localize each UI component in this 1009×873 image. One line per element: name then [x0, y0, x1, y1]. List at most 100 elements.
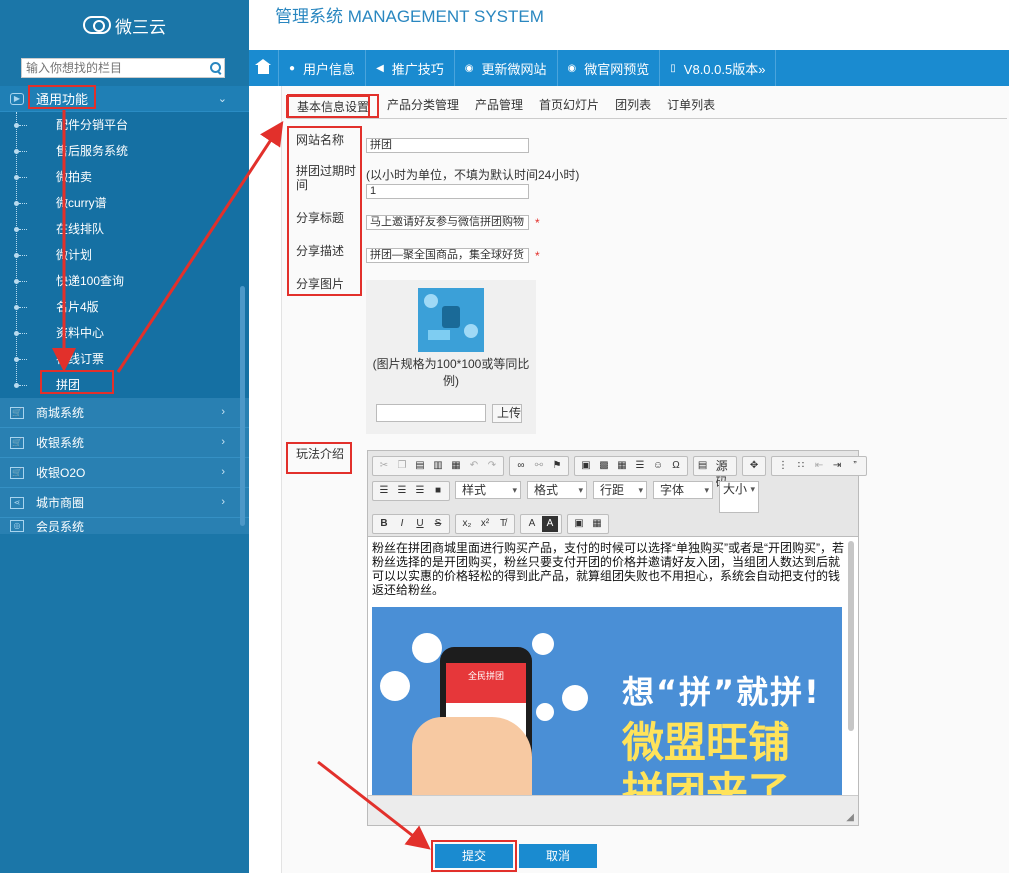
anchor-icon[interactable]: ⚑: [549, 458, 565, 474]
outdent-icon[interactable]: ⇤: [811, 458, 827, 474]
home-button[interactable]: [249, 50, 279, 86]
sidebar-cat-mall[interactable]: 🛒 商城系统 ›: [0, 398, 249, 428]
subscript-icon[interactable]: x₂: [459, 516, 475, 532]
sidebar-item-card[interactable]: 名片4版: [0, 294, 249, 320]
hr-icon[interactable]: ☰: [632, 458, 648, 474]
sidebar-item-docs[interactable]: 资料中心: [0, 320, 249, 346]
bullet-list-icon[interactable]: ∷: [793, 458, 809, 474]
resize-handle-icon[interactable]: ◢: [846, 812, 854, 823]
source-button[interactable]: 源码: [710, 458, 733, 489]
underline-icon[interactable]: U: [412, 516, 428, 532]
expire-time-input[interactable]: 1: [366, 184, 529, 199]
align-justify-icon[interactable]: ■: [430, 483, 446, 499]
paste-word-icon[interactable]: ▦: [448, 458, 464, 474]
italic-icon[interactable]: I: [394, 516, 410, 532]
sidebar-item-recipes[interactable]: 微curry谱: [0, 190, 249, 216]
remove-format-icon[interactable]: T̸: [495, 516, 511, 532]
unlink-icon[interactable]: ⚯: [531, 458, 547, 474]
main-content: 基本信息设置 产品分类管理 产品管理 首页幻灯片 团列表 订单列表 网站名称 拼…: [249, 86, 1009, 873]
bold-icon[interactable]: B: [376, 516, 392, 532]
sidebar-cat-cashier[interactable]: 🛒 收银系统 ›: [0, 428, 249, 458]
sidebar-search: [21, 58, 225, 78]
chevron-right-icon: ›: [221, 406, 225, 418]
qrcode-icon[interactable]: ▦: [589, 516, 605, 532]
superscript-icon[interactable]: x²: [477, 516, 493, 532]
tab-category-manage[interactable]: 产品分类管理: [379, 94, 467, 118]
sidebar-cat-city[interactable]: ⋖ 城市商圈 ›: [0, 488, 249, 518]
nav-update-site[interactable]: ◉ 更新微网站: [455, 50, 558, 86]
expire-hint: (以小时为单位，不填为默认时间24小时): [366, 168, 580, 182]
paste-text-icon[interactable]: ▥: [430, 458, 446, 474]
sidebar-item-ticket[interactable]: 在线订票: [0, 346, 249, 372]
sidebar-item-plan[interactable]: 微计划: [0, 242, 249, 268]
nav-label: 更新微网站: [481, 61, 547, 77]
sidebar-scrollbar[interactable]: [240, 286, 245, 526]
tab-group-list[interactable]: 团列表: [607, 94, 659, 118]
cart-icon: 🛒: [10, 466, 24, 479]
chevron-right-icon: ›: [221, 466, 225, 478]
strike-icon[interactable]: S: [430, 516, 446, 532]
blockquote-icon[interactable]: ”: [847, 458, 863, 474]
site-name-input[interactable]: 拼团: [366, 138, 529, 153]
align-center-icon[interactable]: ☰: [394, 483, 410, 499]
image-icon[interactable]: ▣: [578, 458, 594, 474]
table-icon[interactable]: ▦: [614, 458, 630, 474]
redo-icon[interactable]: ↷: [484, 458, 500, 474]
copy-icon[interactable]: ❐: [394, 458, 410, 474]
flash-icon[interactable]: ▩: [596, 458, 612, 474]
editor-scrollbar[interactable]: [848, 541, 854, 731]
submit-button[interactable]: 提交: [435, 844, 513, 868]
money-bag-icon: [562, 685, 588, 711]
sidebar-item-group-buy[interactable]: 拼团: [0, 372, 249, 398]
image-file-input[interactable]: [376, 404, 486, 422]
sidebar-item-after-sales[interactable]: 售后服务系统: [0, 138, 249, 164]
size-dropdown[interactable]: 大小: [719, 481, 759, 513]
style-dropdown[interactable]: 样式: [455, 481, 521, 499]
share-desc-input[interactable]: 拼团—聚全国商品，集全球好货: [366, 248, 529, 263]
undo-icon[interactable]: ↶: [466, 458, 482, 474]
text-color-icon[interactable]: A: [524, 516, 540, 532]
logo-text: 微三云: [115, 17, 166, 37]
link-icon[interactable]: ∞: [513, 458, 529, 474]
nav-user-info[interactable]: ● 用户信息: [279, 50, 367, 86]
sidebar-item-queue[interactable]: 在线排队: [0, 216, 249, 242]
align-left-icon[interactable]: ☰: [376, 483, 392, 499]
line-spacing-dropdown[interactable]: 行距: [593, 481, 647, 499]
nav-version[interactable]: ▯ V8.0.0.5版本»: [660, 50, 777, 86]
sidebar-cat-cashier-o2o[interactable]: 🛒 收银O2O ›: [0, 458, 249, 488]
upload-button[interactable]: 上传: [492, 404, 522, 423]
format-dropdown[interactable]: 格式: [527, 481, 587, 499]
share-desc-label: 分享描述: [296, 244, 345, 258]
sidebar-item-parts-distribution[interactable]: 配件分销平台: [0, 112, 249, 138]
smiley-icon[interactable]: ☺: [650, 458, 666, 474]
tab-home-slides[interactable]: 首页幻灯片: [531, 94, 607, 118]
editor-content[interactable]: 粉丝在拼团商城里面进行购买产品，支付的时候可以选择“单独购买”或者是“开团购买”…: [368, 537, 858, 795]
sidebar-item-express[interactable]: 快递100查询: [0, 268, 249, 294]
sidebar-item-auction[interactable]: 微拍卖: [0, 164, 249, 190]
sidebar-cat-member[interactable]: ◎ 会员系统: [0, 518, 249, 534]
cancel-button[interactable]: 取消: [519, 844, 597, 868]
maximize-icon[interactable]: ✥: [746, 458, 762, 474]
sidebar-search-input[interactable]: [22, 59, 206, 77]
tab-order-list[interactable]: 订单列表: [659, 94, 723, 118]
nav-site-preview[interactable]: ◉ 微官网预览: [558, 50, 661, 86]
search-icon[interactable]: [206, 59, 224, 77]
insert-image-icon[interactable]: ▣: [571, 516, 587, 532]
share-image-thumbnail[interactable]: [418, 288, 484, 352]
cloud-logo-icon: [83, 16, 111, 34]
share-title-input[interactable]: 马上邀请好友参与微信拼团购物: [366, 215, 529, 230]
special-char-icon[interactable]: Ω: [668, 458, 684, 474]
indent-icon[interactable]: ⇥: [829, 458, 845, 474]
tab-product-manage[interactable]: 产品管理: [467, 94, 531, 118]
required-mark: *: [535, 216, 540, 230]
cut-icon[interactable]: ✂: [376, 458, 392, 474]
bg-color-icon[interactable]: A: [542, 516, 558, 532]
cart-icon: 🛒: [10, 436, 24, 449]
font-dropdown[interactable]: 字体: [653, 481, 713, 499]
paste-icon[interactable]: ▤: [412, 458, 428, 474]
numbered-list-icon[interactable]: ⋮: [775, 458, 791, 474]
sidebar-menu: ▶ 通用功能 ⌄ 配件分销平台 售后服务系统 微拍卖 微curry谱 在线排队 …: [0, 86, 249, 534]
nav-label: 微官网预览: [584, 61, 650, 77]
align-right-icon[interactable]: ☰: [412, 483, 428, 499]
nav-promo-tips[interactable]: ◀ 推广技巧: [366, 50, 455, 86]
